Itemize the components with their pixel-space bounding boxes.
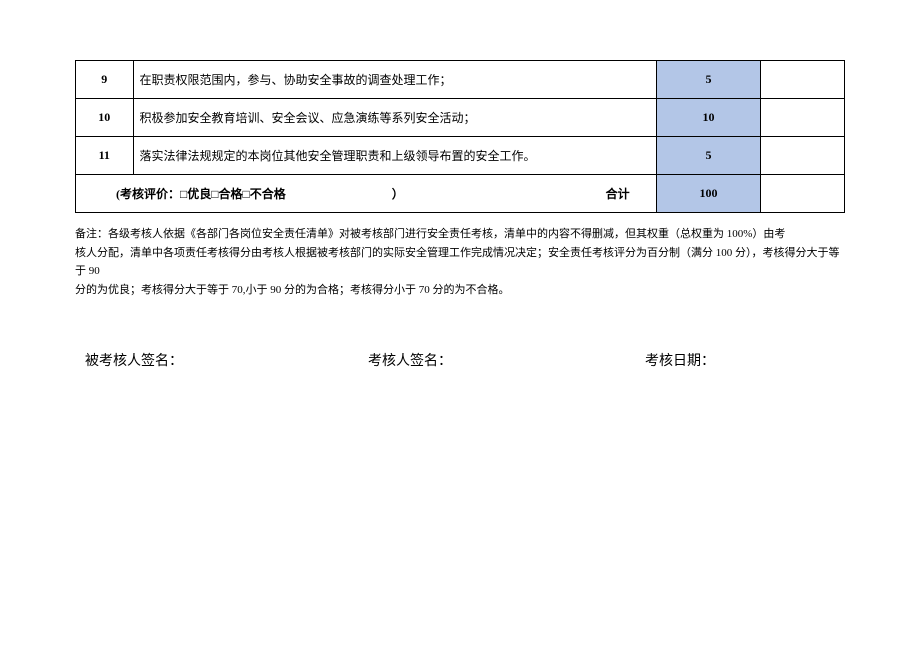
row-blank <box>761 137 845 175</box>
note-line: 分的为优良；考核得分大于等于 70,小于 90 分的为合格；考核得分小于 70 … <box>75 281 845 300</box>
table-row: 9 在职责权限范围内，参与、协助安全事故的调查处理工作； 5 <box>76 61 845 99</box>
total-label: 合计 <box>606 185 650 202</box>
row-score: 10 <box>656 99 761 137</box>
row-blank <box>761 61 845 99</box>
row-number: 11 <box>76 137 134 175</box>
note-line: 备注：各级考核人依据《各部门各岗位安全责任清单》对被考核部门进行安全责任考核，清… <box>75 225 845 244</box>
row-description: 积极参加安全教育培训、安全会议、应急演练等系列安全活动； <box>133 99 656 137</box>
row-description: 落实法律法规规定的本岗位其他安全管理职责和上级领导布置的安全工作。 <box>133 137 656 175</box>
row-number: 9 <box>76 61 134 99</box>
row-blank <box>761 99 845 137</box>
assessor-signature-label: 考核人签名： <box>275 350 505 370</box>
notes-section: 备注：各级考核人依据《各部门各岗位安全责任清单》对被考核部门进行安全责任考核，清… <box>75 225 845 300</box>
row-number: 10 <box>76 99 134 137</box>
note-line: 核人分配，清单中各项责任考核得分由考核人根据被考核部门的实际安全管理工作完成情况… <box>75 244 845 281</box>
summary-label: (考核评价：□优良□合格□不合格 ） 合计 <box>76 175 657 213</box>
assessment-table: 9 在职责权限范围内，参与、协助安全事故的调查处理工作； 5 10 积极参加安全… <box>75 60 845 213</box>
evaluation-paren: ） <box>392 187 404 201</box>
row-score: 5 <box>656 137 761 175</box>
table-row: 11 落实法律法规规定的本岗位其他安全管理职责和上级领导布置的安全工作。 5 <box>76 137 845 175</box>
row-description: 在职责权限范围内，参与、协助安全事故的调查处理工作； <box>133 61 656 99</box>
assessment-date-label: 考核日期： <box>505 350 835 370</box>
total-score: 100 <box>656 175 761 213</box>
total-blank <box>761 175 845 213</box>
assessee-signature-label: 被考核人签名： <box>85 350 275 370</box>
table-row: 10 积极参加安全教育培训、安全会议、应急演练等系列安全活动； 10 <box>76 99 845 137</box>
row-score: 5 <box>656 61 761 99</box>
evaluation-label: (考核评价：□优良□合格□不合格 <box>116 187 286 201</box>
signatures-section: 被考核人签名： 考核人签名： 考核日期： <box>75 350 845 370</box>
summary-row: (考核评价：□优良□合格□不合格 ） 合计 100 <box>76 175 845 213</box>
